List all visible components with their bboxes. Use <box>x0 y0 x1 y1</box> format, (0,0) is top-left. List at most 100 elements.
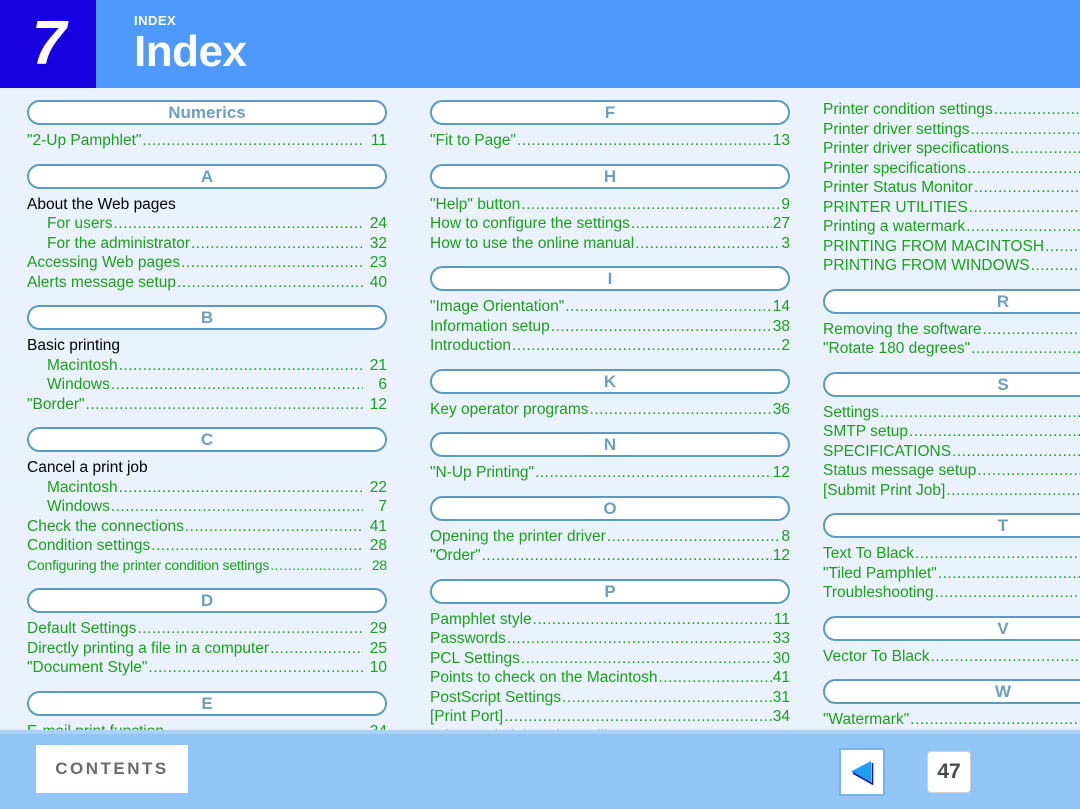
index-entry[interactable]: How to use the online manual............… <box>430 234 790 254</box>
index-entry[interactable]: Configuring the printer condition settin… <box>27 556 387 576</box>
index-entry[interactable]: Vector To Black.........................… <box>823 647 1080 667</box>
index-entry-page-number: 28 <box>371 556 387 573</box>
index-entry[interactable]: Accessing Web pages.....................… <box>27 253 387 273</box>
index-group-heading: Basic printing <box>27 336 387 356</box>
index-entry[interactable]: Key operator programs...................… <box>430 400 790 420</box>
index-entry[interactable]: Opening the printer driver..............… <box>430 527 790 547</box>
index-entry[interactable]: Settings................................… <box>823 403 1080 423</box>
index-entry-leader-dots: ........................................… <box>606 527 781 545</box>
index-entry[interactable]: "Image Orientation".....................… <box>430 297 790 317</box>
index-entry[interactable]: Condition settings......................… <box>27 536 387 556</box>
index-entry[interactable]: Status message setup....................… <box>823 461 1080 481</box>
index-entry[interactable]: Printer Status Monitor..................… <box>823 178 1080 198</box>
index-entry-label: Status message setup <box>823 462 977 479</box>
index-entry-label: Pamphlet style <box>430 610 532 628</box>
index-entry-label: Opening the printer driver <box>430 527 606 545</box>
index-entry-label: "Order" <box>430 547 481 564</box>
index-entry[interactable]: SMTP setup..............................… <box>823 422 1080 442</box>
index-entry[interactable]: [Submit Print Job]......................… <box>823 481 1080 501</box>
index-entry[interactable]: Printing a watermark....................… <box>823 217 1080 237</box>
index-entry[interactable]: PCL Settings............................… <box>430 649 790 669</box>
index-entry[interactable]: "Order".................................… <box>430 546 790 566</box>
index-entry[interactable]: PRINTING FROM WINDOWS...................… <box>823 256 1080 276</box>
index-entry-page-number: 22 <box>369 478 387 496</box>
index-entry[interactable]: Pamphlet style..........................… <box>430 610 790 630</box>
index-entry[interactable]: Printer specifications..................… <box>823 159 1080 179</box>
index-entry[interactable]: Macintosh...............................… <box>27 356 387 376</box>
index-entry[interactable]: Printer condition settings..............… <box>823 100 1080 120</box>
index-entry-leader-dots: ........................................… <box>270 639 363 657</box>
index-entry-leader-dots: ........................................… <box>110 376 363 393</box>
index-entry[interactable]: Troubleshooting.........................… <box>823 583 1080 603</box>
index-entry[interactable]: Default Settings........................… <box>27 619 387 639</box>
index-entry[interactable]: Removing the software...................… <box>823 320 1080 340</box>
index-entry[interactable]: "N-Up Printing".........................… <box>430 463 790 483</box>
index-entry[interactable]: "Tiled Pamphlet"........................… <box>823 564 1080 584</box>
index-entry-label: Passwords <box>430 630 506 647</box>
index-entry[interactable]: "Document Style"........................… <box>27 658 387 678</box>
index-entry[interactable]: [Print Port]............................… <box>430 707 790 727</box>
index-entry-leader-dots: ........................................… <box>589 400 772 418</box>
index-entry[interactable]: Directly printing a file in a computer..… <box>27 639 387 659</box>
index-entry-page-number: 3 <box>781 234 790 252</box>
index-entry[interactable]: "Fit to Page"...........................… <box>430 131 790 151</box>
index-entry-leader-dots: ........................................… <box>177 273 363 291</box>
index-entry-page-number: 13 <box>772 132 790 149</box>
section-letter-label: I <box>607 269 613 288</box>
index-entry-page-number: 41 <box>772 669 790 686</box>
index-entry-label: Directly printing a file in a computer <box>27 639 270 657</box>
index-entry[interactable]: "Rotate 180 degrees"....................… <box>823 339 1080 359</box>
index-entry-label: Printer driver specifications <box>823 140 1010 157</box>
index-entry[interactable]: Points to check on the Macintosh........… <box>430 668 790 688</box>
index-entry[interactable]: Introduction............................… <box>430 336 790 356</box>
section-letter-label: D <box>200 591 214 610</box>
index-entry[interactable]: "Help" button...........................… <box>430 195 790 215</box>
index-entry[interactable]: PRINTING FROM MACINTOSH.................… <box>823 237 1080 257</box>
index-entry-leader-dots: ........................................… <box>137 620 363 637</box>
index-entry[interactable]: Check the connections...................… <box>27 517 387 537</box>
back-button[interactable] <box>839 748 885 796</box>
index-entry-label: PCL Settings <box>430 649 520 667</box>
index-entry[interactable]: Printer driver specifications...........… <box>823 139 1080 159</box>
index-entry-label: Accessing Web pages <box>27 254 181 271</box>
index-entry-leader-dots: ........................................… <box>915 545 1080 562</box>
index-entry-label: Printer Status Monitor <box>823 179 973 196</box>
index-entry[interactable]: Passwords...............................… <box>430 629 790 649</box>
index-entry-page-number: 23 <box>369 254 387 271</box>
index-entry-label: "Tiled Pamphlet" <box>823 564 937 582</box>
index-entry-page-number: 31 <box>772 688 790 706</box>
section-letter-d: D <box>27 588 387 613</box>
section-letter-label: T <box>997 516 1009 535</box>
index-entry-label: Printing a watermark <box>823 218 966 235</box>
chapter-number-badge: 7 <box>0 0 96 88</box>
index-entry-label: Printer specifications <box>823 159 967 177</box>
index-entry[interactable]: Macintosh...............................… <box>27 478 387 498</box>
section-letter-label: P <box>604 581 616 601</box>
section-letter-label: Numerics <box>168 103 246 122</box>
index-entry[interactable]: Alerts message setup....................… <box>27 273 387 293</box>
index-entry-page-number: 30 <box>772 649 790 667</box>
index-entry[interactable]: "Border"................................… <box>27 395 387 415</box>
index-entry[interactable]: "2-Up Pamphlet".........................… <box>27 131 387 151</box>
index-entry-label: PRINTING FROM MACINTOSH <box>823 237 1045 255</box>
index-entry-leader-dots: ........................................… <box>148 659 363 676</box>
section-letter-label: W <box>994 682 1012 701</box>
index-entry[interactable]: Windows.................................… <box>27 375 387 395</box>
index-entry[interactable]: PostScript Settings.....................… <box>430 688 790 708</box>
index-entry-leader-dots: ........................................… <box>516 132 772 149</box>
section-letter-a: A <box>27 163 387 189</box>
index-entry[interactable]: "Watermark".............................… <box>823 710 1080 730</box>
index-entry[interactable]: Information setup.......................… <box>430 317 790 337</box>
contents-button[interactable]: CONTENTS <box>36 745 188 793</box>
index-entry-page-number: 7 <box>378 498 387 515</box>
index-entry[interactable]: Printer driver settings.................… <box>823 120 1080 140</box>
index-entry[interactable]: For the administrator...................… <box>27 234 387 254</box>
index-entry[interactable]: How to configure the settings...........… <box>430 214 790 234</box>
index-entry[interactable]: SPECIFICATIONS..........................… <box>823 442 1080 462</box>
index-entry-label: PRINTING FROM WINDOWS <box>823 257 1030 274</box>
index-entry[interactable]: Windows.................................… <box>27 497 387 517</box>
index-entry[interactable]: PRINTER UTILITIES.......................… <box>823 198 1080 218</box>
page-header: 7 INDEX Index <box>0 0 1080 88</box>
index-entry[interactable]: Text To Black...........................… <box>823 544 1080 564</box>
index-entry[interactable]: For users...............................… <box>27 214 387 234</box>
